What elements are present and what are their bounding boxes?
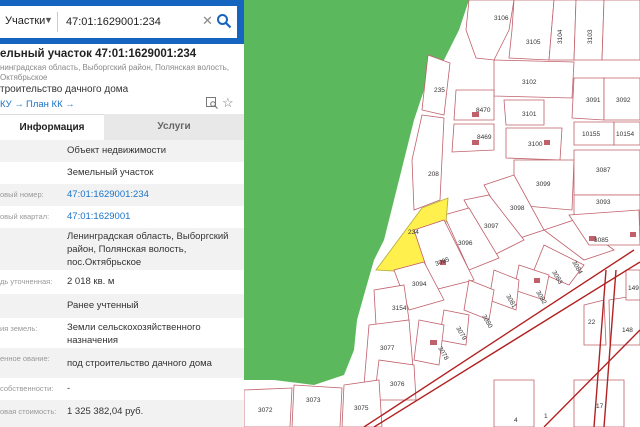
parcel-label: 4 xyxy=(514,417,518,424)
row-value: Объект недвижимости xyxy=(67,145,167,156)
info-row: овый квартал: 47:01:1629001 xyxy=(0,206,244,228)
parcel[interactable] xyxy=(601,0,640,61)
tab-services[interactable]: Услуги xyxy=(104,114,244,140)
parcel[interactable] xyxy=(463,279,495,321)
parcel-label: 8469 xyxy=(477,134,492,141)
parcel-label: 8470 xyxy=(476,107,491,114)
search-bar: Участки ▼ ✕ xyxy=(0,0,244,44)
parcel-label: 3072 xyxy=(258,407,273,414)
row-value: - xyxy=(67,383,71,394)
row-label: собственности: xyxy=(0,384,54,393)
parcel-label: 3102 xyxy=(522,79,537,86)
info-row: Земельный участок xyxy=(0,162,244,184)
plan-kk-link[interactable]: План КК → xyxy=(26,99,75,110)
parcel-label: 22 xyxy=(588,319,596,326)
kpt-link[interactable]: КУ → xyxy=(0,99,24,110)
chevron-down-icon[interactable]: ▼ xyxy=(44,15,53,25)
building xyxy=(534,278,540,283)
building xyxy=(630,232,636,237)
row-value: Ранее учтенный xyxy=(67,300,139,311)
parcel-label: 3096 xyxy=(458,240,473,247)
parcel-label: 3077 xyxy=(380,345,395,352)
row-label: ия земель: xyxy=(0,324,38,333)
parcel-label: 3080 xyxy=(480,314,493,330)
row-label: дь уточненная: xyxy=(0,277,53,286)
star-icon[interactable]: ☆ xyxy=(222,96,234,109)
row-value: Ленинградская область, Выборгский район,… xyxy=(67,231,229,268)
parcel-label: 3094 xyxy=(412,281,427,288)
info-row: Ленинградская область, Выборгский район,… xyxy=(0,228,244,270)
info-row: Объект недвижимости xyxy=(0,140,244,162)
parcel-label: 3100 xyxy=(528,141,543,148)
parcel-label: 1 xyxy=(544,413,548,420)
parcel-label: 17 xyxy=(596,403,604,410)
parcel-label: 3104 xyxy=(557,29,564,44)
parcel-label: 3097 xyxy=(484,223,499,230)
close-icon[interactable]: ✕ xyxy=(202,13,213,29)
parcel-label: 3085 xyxy=(594,237,609,244)
info-row: дь уточненная: 2 018 кв. м xyxy=(0,270,244,294)
row-label: енное ование: xyxy=(0,354,50,363)
cadastral-number-link[interactable]: 47:01:1629001:234 xyxy=(67,188,239,201)
parcel-label: 148 xyxy=(622,327,633,334)
building xyxy=(544,140,550,145)
row-value: 2 018 кв. м xyxy=(67,276,115,287)
info-row: собственности: - xyxy=(0,378,244,400)
parcel-label: 3105 xyxy=(526,39,541,46)
tab-bar: Информация Услуги xyxy=(0,114,244,140)
parcel[interactable] xyxy=(373,359,417,401)
row-label: овый номер: xyxy=(0,190,44,199)
building xyxy=(430,340,437,345)
info-row: ия земель: Земли сельскохозяйственного н… xyxy=(0,318,244,348)
info-row: овый номер: 47:01:1629001:234 xyxy=(0,184,244,206)
parcel-label: 3073 xyxy=(306,397,321,404)
parcel-label: 3092 xyxy=(616,97,631,104)
search-input[interactable] xyxy=(66,12,201,32)
parcel-label: 3098 xyxy=(510,205,525,212)
parcel[interactable] xyxy=(465,0,515,61)
parcel-label: 3091 xyxy=(586,97,601,104)
parcel-label: 3093 xyxy=(596,199,611,206)
parcel-label: 235 xyxy=(434,87,445,94)
parcel-label: 3154 xyxy=(392,305,407,312)
map-search-icon[interactable] xyxy=(206,97,218,109)
layer-select[interactable]: Участки xyxy=(5,15,45,27)
info-row: Ранее учтенный xyxy=(0,294,244,318)
parcel-label: 3103 xyxy=(587,29,594,44)
row-value: Земельный участок xyxy=(67,167,154,178)
parcel-label: 3101 xyxy=(522,111,537,118)
parcel-label: 3076 xyxy=(390,381,405,388)
map-canvas[interactable]: 3106 3105 3104 3103 3102 235 8470 3101 3… xyxy=(244,0,640,427)
side-panel: Участки ▼ ✕ ельный участок 47:01:1629001… xyxy=(0,0,244,427)
parcel-label: 3106 xyxy=(494,15,509,22)
row-label: овая стоимость: xyxy=(0,407,57,416)
info-row: енное ование: под строительство дачного … xyxy=(0,348,244,378)
parcel-label: 149 xyxy=(628,285,639,292)
parcel[interactable] xyxy=(413,319,445,366)
separator xyxy=(57,12,58,32)
cadastral-quarter-link[interactable]: 47:01:1629001 xyxy=(67,210,239,223)
parcel-label: 208 xyxy=(428,171,439,178)
row-value: Земли сельскохозяйственного назначения xyxy=(67,322,201,346)
cadastral-map[interactable]: 3106 3105 3104 3103 3102 235 8470 3101 3… xyxy=(244,0,640,427)
parcel[interactable] xyxy=(291,384,343,427)
parcel-label: 3099 xyxy=(536,181,551,188)
parcel-label: 3075 xyxy=(354,405,369,412)
search-box: Участки ▼ ✕ xyxy=(0,6,237,38)
object-permitted-use: троительство дачного дома xyxy=(0,84,129,95)
object-address: нинградская область, Выборгский район, П… xyxy=(0,63,229,82)
info-row: овая стоимость: 1 325 382,04 руб. xyxy=(0,400,244,427)
parcel-label: 3087 xyxy=(596,167,611,174)
parcel-label: 10154 xyxy=(616,131,634,138)
row-label: овый квартал: xyxy=(0,212,50,221)
row-value: 1 325 382,04 руб. xyxy=(67,406,144,417)
parcel[interactable] xyxy=(411,114,445,211)
search-icon[interactable] xyxy=(216,13,232,29)
object-title: ельный участок 47:01:1629001:234 xyxy=(0,48,197,60)
parcel-label-selected: 234 xyxy=(408,229,419,236)
tab-info[interactable]: Информация xyxy=(0,114,104,140)
parcel-label: 10155 xyxy=(582,131,600,138)
parcel[interactable] xyxy=(508,0,555,61)
row-value: под строительство дачного дома xyxy=(67,358,212,369)
